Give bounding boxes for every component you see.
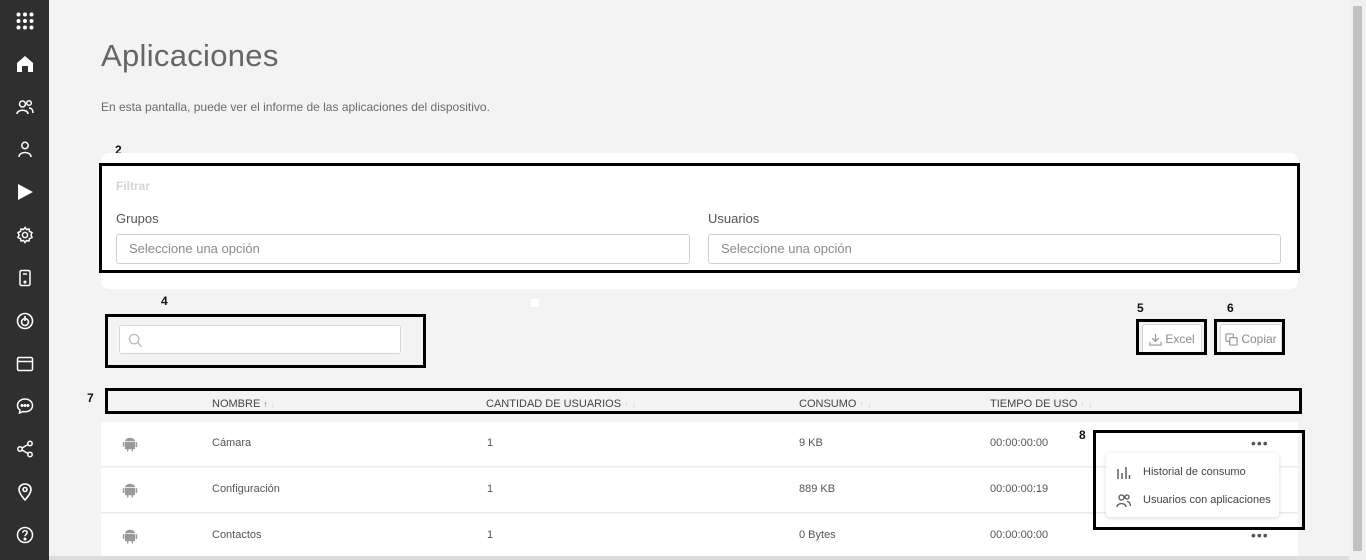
cell-name: Contactos	[212, 529, 262, 541]
annotation-label-6: 6	[1227, 301, 1234, 315]
cell-time: 00:00:00:00	[990, 529, 1049, 541]
location-pin-icon[interactable]	[0, 478, 49, 506]
cell-consumption: 889 KB	[799, 483, 836, 495]
android-icon	[122, 483, 138, 498]
annotation-label-7: 7	[87, 391, 94, 405]
android-icon	[122, 437, 138, 452]
users-icon[interactable]	[0, 93, 49, 121]
play-store-icon[interactable]	[0, 178, 49, 206]
annotation-label-4: 4	[161, 294, 168, 308]
cell-name: Cámara	[212, 437, 252, 449]
cell-time: 00:00:00:19	[990, 483, 1049, 495]
annotation-box-2	[99, 163, 1300, 273]
scrollbar-thumb[interactable]	[1353, 6, 1362, 551]
share-icon[interactable]	[0, 435, 49, 463]
loading-indicator	[531, 299, 539, 307]
horizontal-scrollbar[interactable]	[49, 556, 1349, 560]
annotation-label-8: 8	[1079, 428, 1086, 442]
home-icon[interactable]	[0, 50, 49, 78]
annotation-box-4	[105, 314, 426, 368]
browser-window-icon[interactable]	[0, 350, 49, 378]
power-icon[interactable]	[0, 307, 49, 335]
cell-consumption: 9 KB	[799, 437, 823, 449]
cell-name: Configuración	[212, 483, 280, 495]
cell-time: 00:00:00:00	[990, 437, 1049, 449]
page-title: Aplicaciones	[101, 38, 279, 73]
cell-consumption: 0 Bytes	[799, 529, 836, 541]
cell-users: 1	[487, 437, 494, 449]
settings-gear-icon[interactable]	[0, 221, 49, 249]
help-icon[interactable]	[0, 521, 49, 549]
annotation-box-5	[1136, 319, 1207, 355]
vertical-scrollbar[interactable]	[1349, 0, 1366, 560]
sidebar	[0, 0, 49, 560]
device-icon[interactable]	[0, 264, 49, 292]
chat-icon[interactable]	[0, 392, 49, 420]
cell-users: 1	[487, 529, 494, 541]
page-subtitle: En esta pantalla, puede ver el informe d…	[101, 100, 490, 114]
annotation-box-8	[1093, 430, 1305, 530]
android-icon	[122, 529, 138, 544]
annotation-box-7	[105, 388, 1302, 414]
user-icon[interactable]	[0, 135, 49, 163]
annotation-box-6	[1214, 319, 1285, 355]
cell-users: 1	[487, 483, 494, 495]
annotation-label-5: 5	[1137, 301, 1144, 315]
apps-grid-icon[interactable]	[0, 7, 49, 35]
